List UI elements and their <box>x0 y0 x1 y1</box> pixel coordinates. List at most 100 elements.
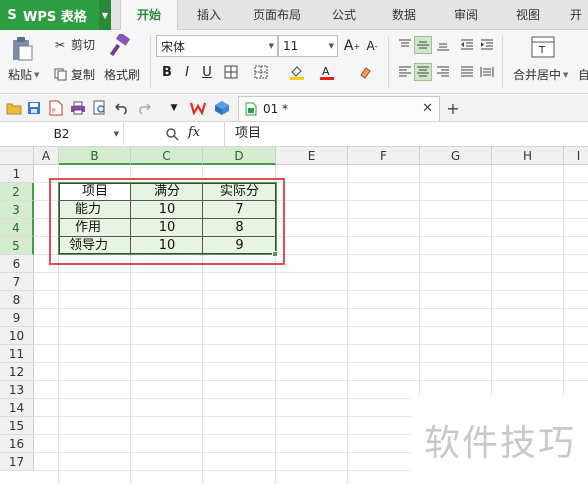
merge-center-label: 合并居中 <box>513 68 562 82</box>
indent-decrease-icon[interactable] <box>458 36 476 54</box>
app-menu-dropdown[interactable]: ▼ <box>99 0 111 30</box>
red-highlight-box <box>49 178 285 265</box>
border-icon[interactable] <box>222 63 240 81</box>
italic-button[interactable]: I <box>178 63 196 81</box>
format-painter-button[interactable]: 格式刷 <box>104 66 140 83</box>
close-icon[interactable]: ✕ <box>422 101 433 116</box>
justify-icon[interactable] <box>458 63 476 81</box>
decrease-font-icon[interactable]: A- <box>363 37 381 55</box>
name-box[interactable]: B2 ▼ <box>0 123 124 145</box>
font-name-value: 宋体 <box>161 39 186 54</box>
app-menu-button[interactable]: S WPS 表格 <box>0 0 99 30</box>
fill-color-icon[interactable] <box>288 63 306 81</box>
wrap-text-label: 自 <box>578 68 588 82</box>
copy-button[interactable]: 复制 <box>52 66 95 83</box>
row-header-12[interactable]: 12 <box>0 363 34 381</box>
watermark: 软件技巧 <box>412 396 588 484</box>
print-preview-icon[interactable] <box>92 100 108 116</box>
paste-button[interactable]: 粘贴 ▼ <box>8 66 39 83</box>
print-icon[interactable] <box>70 100 86 116</box>
customize-toolbar-icon[interactable]: ▼ <box>166 100 182 116</box>
column-header-d[interactable]: D <box>203 147 276 165</box>
svg-text:A: A <box>322 65 330 78</box>
column-header-i[interactable]: I <box>564 147 588 165</box>
distributed-icon[interactable] <box>478 63 496 81</box>
tab-developer[interactable]: 开 <box>564 0 588 30</box>
align-bottom-icon[interactable] <box>434 36 452 54</box>
row-header-15[interactable]: 15 <box>0 417 34 435</box>
cloud-cube-icon[interactable] <box>214 100 230 116</box>
insert-function-button[interactable]: fx <box>188 125 200 140</box>
align-center-icon[interactable] <box>414 63 432 81</box>
row-header-10[interactable]: 10 <box>0 327 34 345</box>
bold-button[interactable]: B <box>158 63 176 81</box>
paste-label: 粘贴 <box>8 68 33 82</box>
row-header-2[interactable]: 2 <box>0 183 34 201</box>
row-header-8[interactable]: 8 <box>0 291 34 309</box>
font-color-icon[interactable]: A <box>318 63 336 81</box>
font-size-select[interactable]: 11 ▼ <box>278 35 338 57</box>
underline-button[interactable]: U <box>198 63 216 81</box>
select-all-corner[interactable] <box>0 147 34 165</box>
column-header-c[interactable]: C <box>131 147 203 165</box>
ribbon-home: 粘贴▼ ✂ 剪切 复制 格式刷 宋体 ▼ 11 ▼ A+ A- B I U <box>0 30 588 94</box>
wps-logo-icon[interactable] <box>190 100 206 116</box>
tab-view[interactable]: 视图 <box>506 0 550 30</box>
row-header-4[interactable]: 4 <box>0 219 34 237</box>
tab-page-layout[interactable]: 页面布局 <box>244 0 310 30</box>
cut-button[interactable]: ✂ 剪切 <box>52 36 95 53</box>
row-header-3[interactable]: 3 <box>0 201 34 219</box>
align-top-icon[interactable] <box>396 36 414 54</box>
column-header-f[interactable]: F <box>348 147 420 165</box>
tab-data[interactable]: 数据 <box>382 0 426 30</box>
increase-font-icon[interactable]: A + <box>343 37 361 55</box>
font-size-value: 11 <box>283 39 299 53</box>
zoom-magnifier-icon[interactable] <box>164 126 180 142</box>
column-header-g[interactable]: G <box>420 147 492 165</box>
format-painter-icon[interactable] <box>110 34 132 60</box>
column-header-b[interactable]: B <box>59 147 131 165</box>
tab-home[interactable]: 开始 <box>120 0 178 31</box>
align-right-icon[interactable] <box>434 63 452 81</box>
cell-style-icon[interactable] <box>252 63 270 81</box>
tab-formulas[interactable]: 公式 <box>322 0 366 30</box>
document-tab[interactable]: 01 * ✕ <box>238 96 440 121</box>
row-header-6[interactable]: 6 <box>0 255 34 273</box>
tab-review[interactable]: 审阅 <box>444 0 488 30</box>
indent-increase-icon[interactable] <box>478 36 496 54</box>
copy-icon <box>52 68 68 81</box>
merge-center-button[interactable]: 合并居中 ▼ <box>513 66 568 83</box>
align-middle-icon[interactable] <box>414 36 432 54</box>
tab-insert[interactable]: 插入 <box>186 0 232 30</box>
formula-input[interactable]: 项目 <box>224 122 588 146</box>
export-pdf-icon[interactable]: P <box>48 100 64 116</box>
row-header-1[interactable]: 1 <box>0 165 34 183</box>
new-tab-icon[interactable]: + <box>445 99 461 118</box>
row-header-9[interactable]: 9 <box>0 309 34 327</box>
svg-text:P: P <box>52 108 56 115</box>
row-header-5[interactable]: 5 <box>0 237 34 255</box>
format-painter-label: 格式刷 <box>104 68 141 82</box>
save-icon[interactable] <box>26 100 42 116</box>
column-header-a[interactable]: A <box>34 147 59 165</box>
clear-format-icon[interactable] <box>356 63 374 81</box>
merge-center-icon[interactable]: T <box>531 36 555 58</box>
font-name-select[interactable]: 宋体 ▼ <box>156 35 278 57</box>
open-folder-icon[interactable] <box>6 100 22 116</box>
paste-icon[interactable] <box>10 36 34 62</box>
redo-icon[interactable] <box>136 100 152 116</box>
row-header-17[interactable]: 17 <box>0 453 34 471</box>
row-header-13[interactable]: 13 <box>0 381 34 399</box>
align-left-icon[interactable] <box>396 63 414 81</box>
row-header-16[interactable]: 16 <box>0 435 34 453</box>
column-header-h[interactable]: H <box>492 147 564 165</box>
column-header-e[interactable]: E <box>276 147 348 165</box>
row-header-7[interactable]: 7 <box>0 273 34 291</box>
ribbon-separator <box>388 36 389 88</box>
row-header-11[interactable]: 11 <box>0 345 34 363</box>
document-tab-name: 01 * <box>263 102 289 116</box>
app-name: WPS 表格 <box>23 9 87 25</box>
wrap-text-button[interactable]: 自 <box>578 66 588 83</box>
row-header-14[interactable]: 14 <box>0 399 34 417</box>
undo-icon[interactable] <box>114 100 130 116</box>
